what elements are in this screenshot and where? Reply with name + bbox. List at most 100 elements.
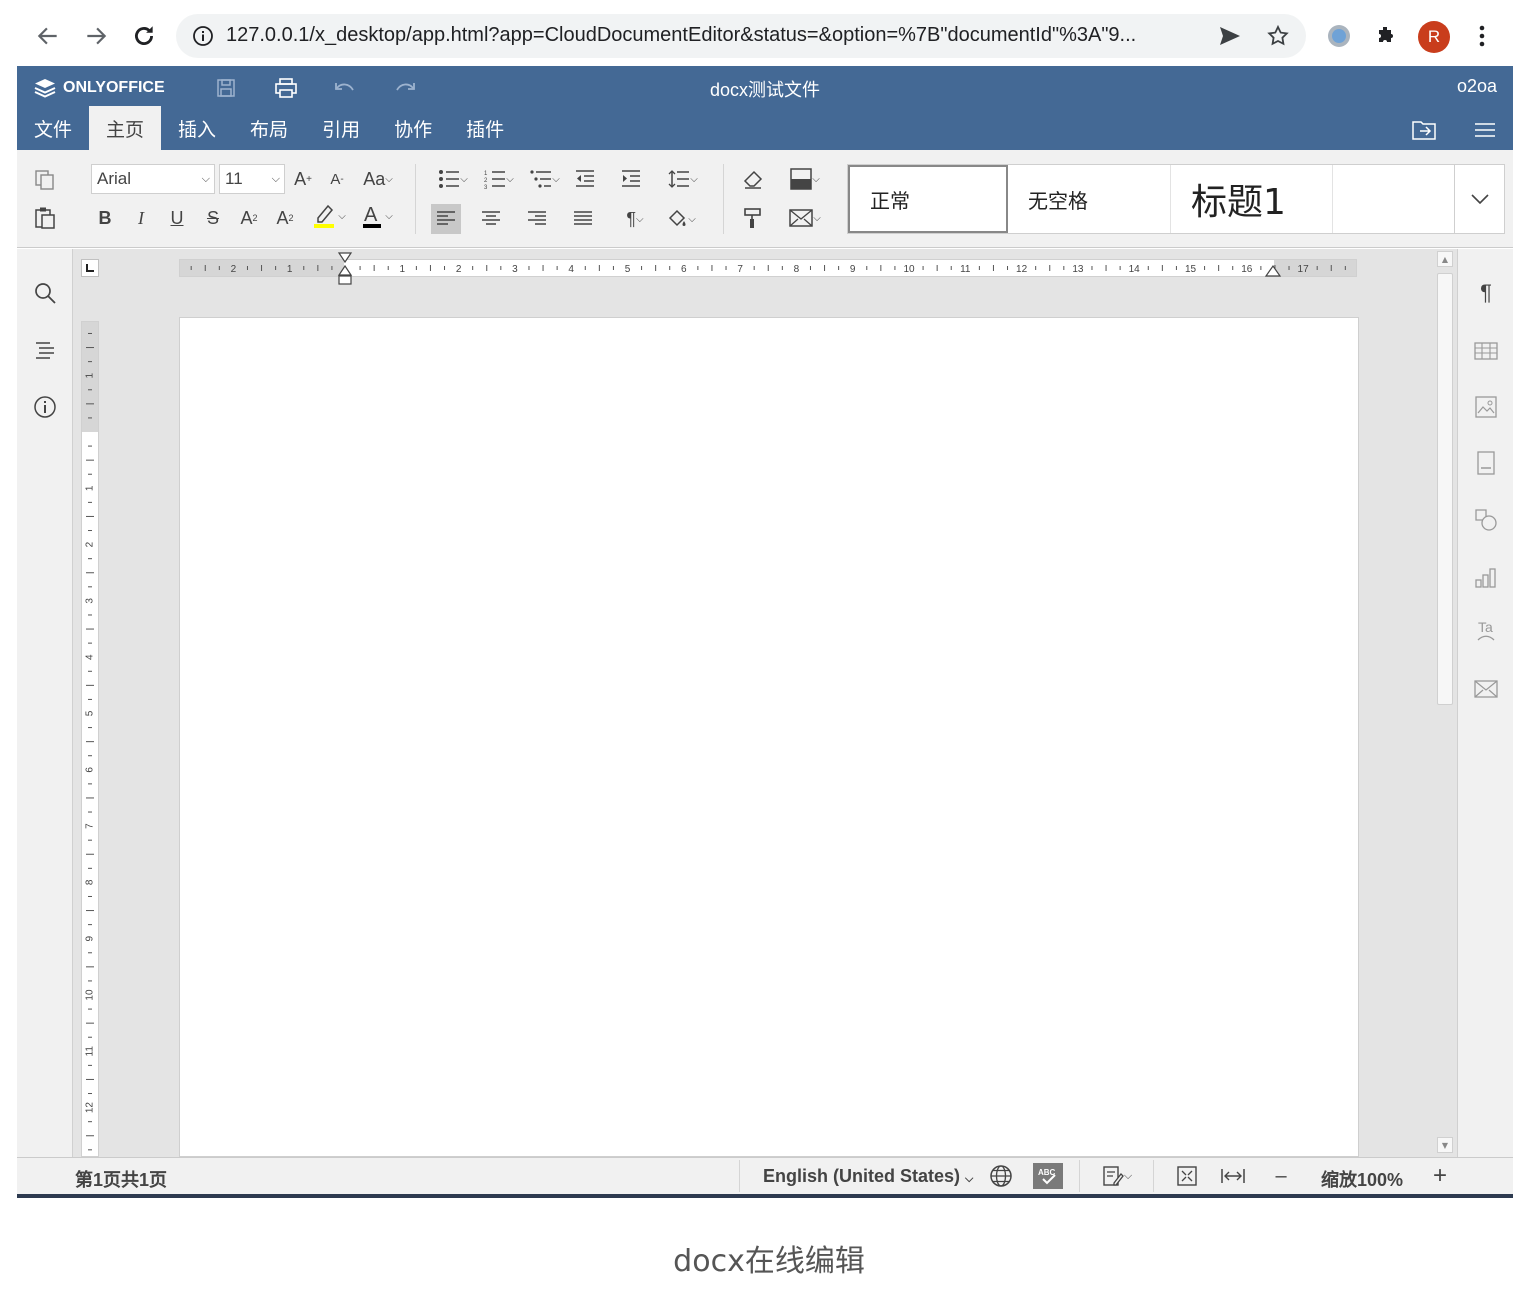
tab-insert[interactable]: 插入: [161, 106, 233, 150]
mail-merge-icon[interactable]: ⌵: [785, 204, 825, 232]
subscript-icon[interactable]: A2: [271, 204, 299, 232]
decrease-font-icon[interactable]: A-: [323, 165, 351, 193]
tab-file[interactable]: 文件: [17, 106, 89, 150]
vertical-scrollbar[interactable]: ▲ ▼: [1435, 251, 1455, 1155]
superscript-icon[interactable]: A2: [235, 204, 263, 232]
copy-icon[interactable]: [31, 166, 59, 194]
info-icon[interactable]: [31, 393, 59, 421]
status-bar: 第1页共1页 English (United States) ⌵ ABC ⌵ –…: [17, 1157, 1513, 1194]
zoom-level[interactable]: 缩放100%: [1321, 1166, 1403, 1192]
figure-caption: docx在线编辑: [673, 1244, 865, 1279]
align-center-icon[interactable]: [477, 205, 505, 233]
shape-settings-icon[interactable]: [1472, 506, 1500, 534]
text-art-settings-icon[interactable]: Ta: [1472, 617, 1500, 645]
highlight-color-icon[interactable]: ⌵: [307, 202, 351, 230]
svg-text:3: 3: [85, 598, 96, 604]
font-color-icon[interactable]: A ⌵: [355, 202, 399, 230]
scroll-down-icon[interactable]: ▼: [1437, 1137, 1453, 1153]
open-location-icon[interactable]: [1411, 118, 1439, 142]
tab-plugins[interactable]: 插件: [449, 106, 521, 150]
bookmark-star-icon[interactable]: [1266, 24, 1290, 52]
align-left-icon[interactable]: [431, 204, 461, 234]
paragraph-settings-icon[interactable]: ¶: [1472, 279, 1500, 307]
tab-stop-selector[interactable]: [81, 259, 99, 277]
bold-icon[interactable]: B: [91, 204, 119, 232]
svg-text:16: 16: [1241, 264, 1253, 275]
doc-language-globe-icon[interactable]: [987, 1163, 1015, 1189]
zoom-out-icon[interactable]: –: [1267, 1163, 1295, 1189]
tab-collaboration[interactable]: 协作: [377, 106, 449, 150]
forward-icon[interactable]: [78, 18, 114, 54]
address-bar[interactable]: 127.0.0.1/x_desktop/app.html?app=CloudDo…: [176, 14, 1306, 58]
svg-text:13: 13: [1072, 264, 1084, 275]
fit-page-icon[interactable]: [1173, 1163, 1201, 1189]
browser-toolbar: 127.0.0.1/x_desktop/app.html?app=CloudDo…: [0, 0, 1538, 66]
italic-icon[interactable]: I: [127, 204, 155, 232]
format-painter-icon[interactable]: [739, 204, 767, 232]
horizontal-ruler[interactable]: 2 1 1 2 3 4 5 6 7 8 9 10 11 12 13 14 15 16 17: [179, 259, 1357, 277]
scroll-up-icon[interactable]: ▲: [1437, 251, 1453, 267]
document-page[interactable]: [179, 317, 1359, 1157]
strikethrough-icon[interactable]: S: [199, 204, 227, 232]
line-spacing-icon[interactable]: ⌵: [663, 165, 703, 193]
svg-text:11: 11: [85, 1046, 96, 1057]
font-size-combo[interactable]: 11 ⌵: [219, 164, 285, 194]
track-changes-icon[interactable]: ⌵: [1095, 1163, 1139, 1189]
paste-icon[interactable]: [31, 204, 59, 232]
profile-avatar[interactable]: R: [1418, 21, 1450, 53]
spellcheck-icon[interactable]: ABC: [1033, 1163, 1063, 1189]
paragraph-marks-icon[interactable]: ¶ ⌵: [615, 205, 655, 233]
style-no-spacing[interactable]: 无空格: [1008, 165, 1171, 233]
shading-icon[interactable]: ⌵: [661, 205, 701, 233]
right-sidebar: ¶ Ta: [1457, 249, 1513, 1157]
color-scheme-icon[interactable]: ⌵: [785, 165, 825, 193]
scrollbar-thumb[interactable]: [1437, 273, 1453, 705]
browser-menu-icon[interactable]: [1464, 18, 1500, 54]
underline-icon[interactable]: U: [163, 204, 191, 232]
user-name[interactable]: o2oa: [1457, 76, 1497, 97]
extension-record-icon[interactable]: [1321, 18, 1357, 54]
extensions-puzzle-icon[interactable]: [1368, 18, 1404, 54]
page-info[interactable]: 第1页共1页: [75, 1166, 167, 1192]
vertical-ruler[interactable]: 1 1 2 3 4 5 6 7 8 9 10 11 12: [81, 321, 99, 1157]
language-selector[interactable]: English (United States) ⌵: [763, 1166, 973, 1187]
zoom-in-icon[interactable]: +: [1426, 1162, 1454, 1189]
site-info-icon[interactable]: [192, 25, 214, 51]
status-divider: [739, 1160, 740, 1192]
tab-layout[interactable]: 布局: [233, 106, 305, 150]
image-settings-icon[interactable]: [1472, 393, 1500, 421]
indent-marker-icon[interactable]: [335, 249, 355, 291]
tab-references[interactable]: 引用: [305, 106, 377, 150]
svg-text:8: 8: [85, 879, 96, 885]
svg-text:2: 2: [85, 541, 96, 547]
search-icon[interactable]: [31, 279, 59, 307]
chart-settings-icon[interactable]: [1472, 563, 1500, 591]
right-indent-marker-icon[interactable]: [1264, 263, 1282, 283]
multilevel-list-icon[interactable]: ⌵: [525, 165, 565, 193]
reload-icon[interactable]: [126, 18, 162, 54]
increase-font-icon[interactable]: A +: [289, 165, 317, 193]
bullet-list-icon[interactable]: ⌵: [433, 165, 473, 193]
font-name-combo[interactable]: Arial ⌵: [91, 164, 215, 194]
fit-width-icon[interactable]: [1219, 1163, 1247, 1189]
table-settings-icon[interactable]: [1472, 337, 1500, 365]
style-heading-1[interactable]: 标题1: [1171, 165, 1333, 233]
decrease-indent-icon[interactable]: [571, 165, 599, 193]
styles-expand-button[interactable]: [1454, 165, 1504, 233]
svg-text:7: 7: [85, 823, 96, 829]
style-normal[interactable]: 正常: [848, 165, 1008, 233]
align-right-icon[interactable]: [523, 205, 551, 233]
clear-style-icon[interactable]: [739, 165, 767, 193]
justify-icon[interactable]: [569, 205, 597, 233]
back-icon[interactable]: [30, 18, 66, 54]
numbered-list-icon[interactable]: 1 2 3 ⌵: [479, 165, 519, 193]
mail-merge-settings-icon[interactable]: [1472, 675, 1500, 703]
change-case-icon[interactable]: Aa ⌵: [357, 165, 399, 193]
view-settings-menu-icon[interactable]: [1471, 118, 1499, 142]
send-tab-icon[interactable]: [1218, 25, 1242, 51]
tab-home[interactable]: 主页: [89, 106, 162, 150]
increase-indent-icon[interactable]: [617, 165, 645, 193]
header-footer-settings-icon[interactable]: [1472, 449, 1500, 477]
navigation-headings-icon[interactable]: [31, 336, 59, 364]
toolbar-divider: [415, 164, 416, 234]
